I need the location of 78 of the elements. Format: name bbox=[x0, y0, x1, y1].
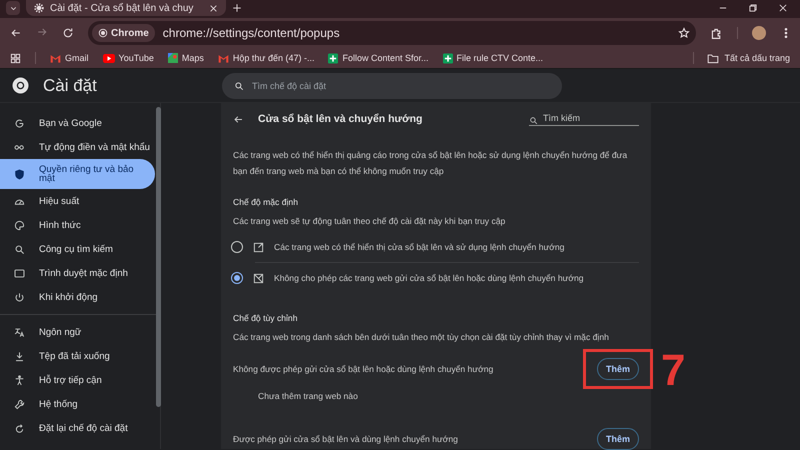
settings-search-field[interactable]: Tìm chế độ cài đặt bbox=[222, 72, 562, 98]
site-info-button[interactable]: Chrome bbox=[92, 24, 155, 42]
highlight-frame bbox=[583, 349, 653, 389]
reset-icon bbox=[14, 422, 25, 434]
sidebar-item[interactable]: Trình duyệt mặc định bbox=[0, 261, 155, 285]
power-icon bbox=[14, 292, 25, 302]
sidebar-item[interactable]: Tệp đã tải xuống bbox=[0, 344, 155, 368]
settings-title: Cài đặt bbox=[43, 76, 97, 96]
sidebar-item[interactable]: Đặt lại chế độ cài đặt bbox=[0, 416, 155, 440]
google-g-icon bbox=[14, 118, 25, 128]
sidebar-item[interactable]: Hình thức bbox=[0, 213, 155, 237]
back-icon[interactable] bbox=[233, 114, 244, 124]
mail-icon bbox=[50, 54, 61, 62]
close-icon[interactable] bbox=[778, 3, 788, 13]
shield-icon bbox=[14, 168, 25, 180]
option-label: Không cho phép các trang web gửi cửa sổ bật lên hoặc dùng lệnh chuyển hướng bbox=[274, 273, 584, 283]
url-text: chrome://settings/content/popups bbox=[162, 26, 341, 40]
bookmark[interactable]: Maps bbox=[168, 53, 204, 63]
star-icon[interactable] bbox=[678, 27, 690, 39]
bookmark[interactable]: Follow Content Sfor... bbox=[328, 52, 429, 64]
map-icon bbox=[168, 53, 178, 63]
sidebar-item[interactable]: Công cụ tìm kiếm bbox=[0, 237, 155, 261]
sidebar-item[interactable]: Bạn và Google bbox=[0, 111, 155, 135]
mail-icon bbox=[218, 54, 229, 62]
reload-icon[interactable] bbox=[62, 27, 74, 39]
restore-icon[interactable] bbox=[748, 3, 758, 13]
play-icon bbox=[102, 54, 115, 62]
profile-avatar[interactable] bbox=[752, 26, 766, 40]
bookmark[interactable]: Gmail bbox=[50, 53, 89, 63]
list-label: Không được phép gửi cửa sổ bật lên hoặc dùng lệnh chuyển hướng bbox=[233, 364, 494, 374]
section-description: Các trang web trong danh sách bên dưới tuân theo một tùy chọn cài đặt tùy chỉnh thay vì mặc định bbox=[233, 332, 610, 342]
download-icon bbox=[14, 350, 25, 362]
new-tab-icon[interactable] bbox=[232, 3, 242, 13]
sidebar-item[interactable]: Tự động điền và mật khẩu bbox=[0, 135, 155, 159]
section-heading: Chế độ mặc định bbox=[233, 197, 299, 207]
sidebar-item[interactable]: Hệ thống bbox=[0, 392, 155, 416]
bookmark[interactable]: Hộp thư đến (47) -... bbox=[218, 53, 314, 63]
scrollbar[interactable] bbox=[156, 107, 161, 407]
radio-button[interactable] bbox=[231, 241, 243, 253]
extensions-icon[interactable] bbox=[710, 26, 723, 40]
section-description: Các trang web sẽ tự động tuân theo chế độ cài đặt này khi bạn truy cập bbox=[233, 216, 506, 226]
bookmark[interactable]: File rule CTV Conte... bbox=[442, 52, 544, 64]
spreadsheet-icon bbox=[328, 52, 338, 64]
add-button[interactable]: Thêm bbox=[597, 358, 639, 380]
address-bar[interactable]: Chrome chrome://settings/content/popups bbox=[88, 21, 696, 45]
popup-blocked-icon bbox=[253, 272, 264, 284]
empty-message: Chưa thêm trang web nào bbox=[257, 390, 359, 403]
folder-icon bbox=[707, 52, 720, 64]
sidebar-item[interactable]: Hiệu suất bbox=[0, 189, 155, 213]
window-icon bbox=[14, 268, 25, 278]
list-label: Được phép gửi cửa sổ bật lên và dùng lệnh chuyển hướng bbox=[233, 434, 458, 444]
all-bookmarks[interactable]: Tất cả dấu trang bbox=[693, 52, 790, 64]
close-icon[interactable] bbox=[209, 4, 218, 12]
add-button[interactable]: Thêm bbox=[597, 428, 639, 450]
sidebar-item[interactable]: Khi khởi động bbox=[0, 285, 155, 309]
page-title: Cửa sổ bật lên và chuyển hướng bbox=[258, 113, 424, 125]
translate-icon bbox=[14, 326, 25, 338]
sidebar-item[interactable]: Ngôn ngữ bbox=[0, 320, 155, 344]
back-icon[interactable] bbox=[10, 27, 22, 39]
description: Các trang web có thể hiển thị quảng cáo trong cửa sổ bật lên hoặc sử dụng lệnh chuyển hướng để đưa bạn đến trang web mà bạn có thể không muốn truy cập bbox=[233, 149, 628, 178]
spreadsheet-icon bbox=[442, 52, 453, 64]
step-number: 7 bbox=[661, 349, 686, 393]
sidebar-item[interactable]: Quyền riêng tư và bảo mật bbox=[0, 159, 155, 189]
palette-icon bbox=[14, 220, 25, 230]
wrench-icon bbox=[14, 398, 25, 410]
search-icon bbox=[14, 244, 25, 254]
popup-allowed-icon bbox=[253, 242, 264, 252]
apps-grid-icon[interactable] bbox=[10, 52, 21, 64]
search-icon bbox=[529, 116, 538, 124]
browser-tab[interactable]: Cài đặt - Cửa sổ bật lên và chuy bbox=[26, 0, 226, 16]
radio-button[interactable] bbox=[231, 272, 243, 284]
section-heading: Chế độ tùy chỉnh bbox=[233, 313, 298, 323]
sidebar-item[interactable]: Hỗ trợ tiếp cận bbox=[0, 368, 155, 392]
tab-list-button[interactable] bbox=[6, 1, 20, 15]
bookmark[interactable]: YouTube bbox=[102, 53, 154, 63]
search-field[interactable]: Tìm kiếm bbox=[529, 112, 639, 126]
option-label: Các trang web có thể hiển thị cửa sổ bật lên và sử dụng lệnh chuyển hướng bbox=[274, 242, 564, 252]
accessibility-icon bbox=[14, 374, 25, 386]
